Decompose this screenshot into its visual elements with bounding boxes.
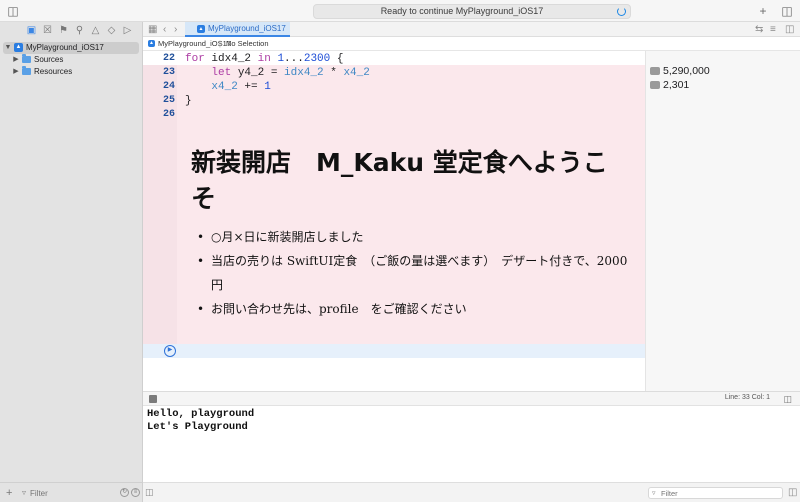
chevron-right-icon[interactable]: ▶ <box>12 54 20 66</box>
chevron-right-icon[interactable]: ▶ <box>12 66 20 78</box>
result-value: 5,290,000 <box>663 65 710 77</box>
playground-file-icon: ▲ <box>197 25 205 33</box>
playground-file-icon: ▲ <box>148 40 155 47</box>
line-number: 25 <box>162 95 175 106</box>
tree-item-label: Resources <box>34 67 73 76</box>
preview-list-item: 当店の売りは SwiftUI定食 （ご飯の量は選べます） デザート付きで、200… <box>191 249 631 297</box>
add-icon[interactable]: + <box>756 4 770 18</box>
breakpoint-icon[interactable]: ▷ <box>122 25 133 36</box>
variables-view-toggle-icon[interactable]: ◫ <box>145 487 155 497</box>
grid-icon[interactable]: ▦ <box>148 23 157 36</box>
title-bar: ◫ Ready to continue MyPlayground_iOS17 +… <box>0 0 800 22</box>
result-value: 2,301 <box>663 79 690 91</box>
preview-list-item: お問い合わせ先は、profile をご確認ください <box>191 297 631 321</box>
tree-item-resources[interactable]: ▶ Resources <box>3 66 139 78</box>
filter-icon: ▿ <box>652 490 656 497</box>
run-play-icon[interactable]: ▶ <box>164 345 176 357</box>
preview-list: ○月×日に新装開店しました 当店の売りは SwiftUI定食 （ご飯の量は選べま… <box>191 225 631 321</box>
bookmark-icon[interactable]: ⚑ <box>58 25 69 36</box>
source-control-icon[interactable]: ☒ <box>42 25 53 36</box>
activity-status-text: Ready to continue MyPlayground_iOS17 <box>380 6 544 16</box>
results-sidebar: 5,290,000 2,301 <box>645 51 800 391</box>
activity-view: Ready to continue MyPlayground_iOS17 <box>313 4 631 19</box>
preview-list-item: ○月×日に新装開店しました <box>191 225 631 249</box>
console-pane-toggle-icon[interactable]: ◫ <box>788 486 797 499</box>
chevron-down-icon[interactable]: ▼ <box>4 42 12 54</box>
jump-bar-separator: | <box>219 39 221 48</box>
code-line[interactable]: let y4_2 = idx4_2 * x4_2 <box>185 66 369 80</box>
current-line-highlight: ▶ <box>143 344 645 358</box>
project-navigator-icon[interactable]: ▣ <box>26 25 37 36</box>
console-line: Hello, playground <box>147 408 255 420</box>
code-line[interactable]: for idx4_2 in 1...2300 { <box>185 52 343 66</box>
navigator-tab-bar: ▣ ☒ ⚑ ⚲ △ ◇ ▷ <box>0 22 143 40</box>
debug-bar: Line: 33 Col: 1 ◫ <box>143 391 800 406</box>
result-row[interactable]: 2,301 <box>650 78 689 92</box>
code-line[interactable]: x4_2 += 1 <box>185 80 270 94</box>
progress-spinner-icon <box>617 7 626 16</box>
live-view-area: 23 24 25 26 新装開店 M_Kaku 堂定食へようこそ ○月×日に新装… <box>143 65 645 344</box>
tab-label: MyPlayground_iOS17 <box>208 24 286 33</box>
cursor-position: Line: 33 Col: 1 <box>724 394 770 401</box>
console-filter-field[interactable]: ▿ <box>648 487 783 499</box>
line-number-gutter <box>143 65 177 344</box>
console-line: Let's Playground <box>147 421 248 433</box>
folder-icon <box>22 66 31 75</box>
code-line[interactable]: } <box>185 94 192 108</box>
result-row[interactable]: 5,290,000 <box>650 64 710 78</box>
quick-look-icon[interactable] <box>650 67 660 75</box>
console-bottom-bar: ▿ ◫ <box>143 482 800 502</box>
tab-myplayground[interactable]: ▲ MyPlayground_iOS17 <box>185 22 290 37</box>
sidebar-toggle-icon[interactable]: ◫ <box>6 4 20 18</box>
tree-item-label: Sources <box>34 55 64 64</box>
folder-icon <box>22 54 31 63</box>
split-editor-icon[interactable]: ◫ <box>785 23 794 36</box>
stop-icon[interactable] <box>149 395 157 403</box>
line-number: 23 <box>162 67 175 78</box>
navigator-filter-input[interactable] <box>30 487 110 499</box>
inspector-toggle-icon[interactable]: ◫ <box>780 4 794 18</box>
line-number: 22 <box>162 53 175 64</box>
test-diamond-icon[interactable]: ◇ <box>106 25 117 36</box>
related-items-icon[interactable]: ⇆ <box>755 23 763 36</box>
tree-item-sources[interactable]: ▶ Sources <box>3 54 139 66</box>
line-number: 26 <box>162 109 175 120</box>
jump-bar: ▲ MyPlayground_iOS17 | No Selection <box>143 37 800 51</box>
navigator-filter-bar: + ▿ ↻ ≡ <box>0 482 143 502</box>
line-number: 24 <box>162 81 175 92</box>
find-icon[interactable]: ⚲ <box>74 25 85 36</box>
editor-options-icon[interactable]: ≡ <box>770 23 776 36</box>
tree-item-label: MyPlayground_iOS17 <box>26 43 104 52</box>
issue-warning-icon[interactable]: △ <box>90 25 101 36</box>
editor-tab-bar: ▦ ‹ › ▲ MyPlayground_iOS17 ⇆ ≡ ◫ <box>143 22 800 37</box>
quick-look-icon[interactable] <box>650 81 660 89</box>
filter-options-icon[interactable]: ≡ <box>131 488 140 497</box>
back-chevron-icon[interactable]: ‹ <box>163 23 166 36</box>
forward-chevron-icon[interactable]: › <box>174 23 177 36</box>
add-file-icon[interactable]: + <box>6 487 12 499</box>
filter-icon: ▿ <box>22 488 27 497</box>
console-output[interactable]: Hello, playground Let's Playground <box>143 406 800 482</box>
swiftui-preview: 新装開店 M_Kaku 堂定食へようこそ ○月×日に新装開店しました 当店の売り… <box>191 145 631 321</box>
playground-file-icon: ▲ <box>14 43 23 52</box>
console-filter-input[interactable] <box>661 488 771 498</box>
code-editor[interactable]: 22 23 24 25 26 新装開店 M_Kaku 堂定食へようこそ ○月×日… <box>143 51 645 391</box>
preview-title: 新装開店 M_Kaku 堂定食へようこそ <box>191 148 608 213</box>
tree-item-playground[interactable]: ▼ ▲ MyPlayground_iOS17 <box>3 42 139 54</box>
jump-bar-selection[interactable]: No Selection <box>226 39 269 48</box>
debug-area-toggle-icon[interactable]: ◫ <box>783 394 792 404</box>
recent-files-icon[interactable]: ↻ <box>120 488 129 497</box>
navigator-sidebar: ▣ ☒ ⚑ ⚲ △ ◇ ▷ ▼ ▲ MyPlayground_iOS17 ▶ S… <box>0 22 143 502</box>
